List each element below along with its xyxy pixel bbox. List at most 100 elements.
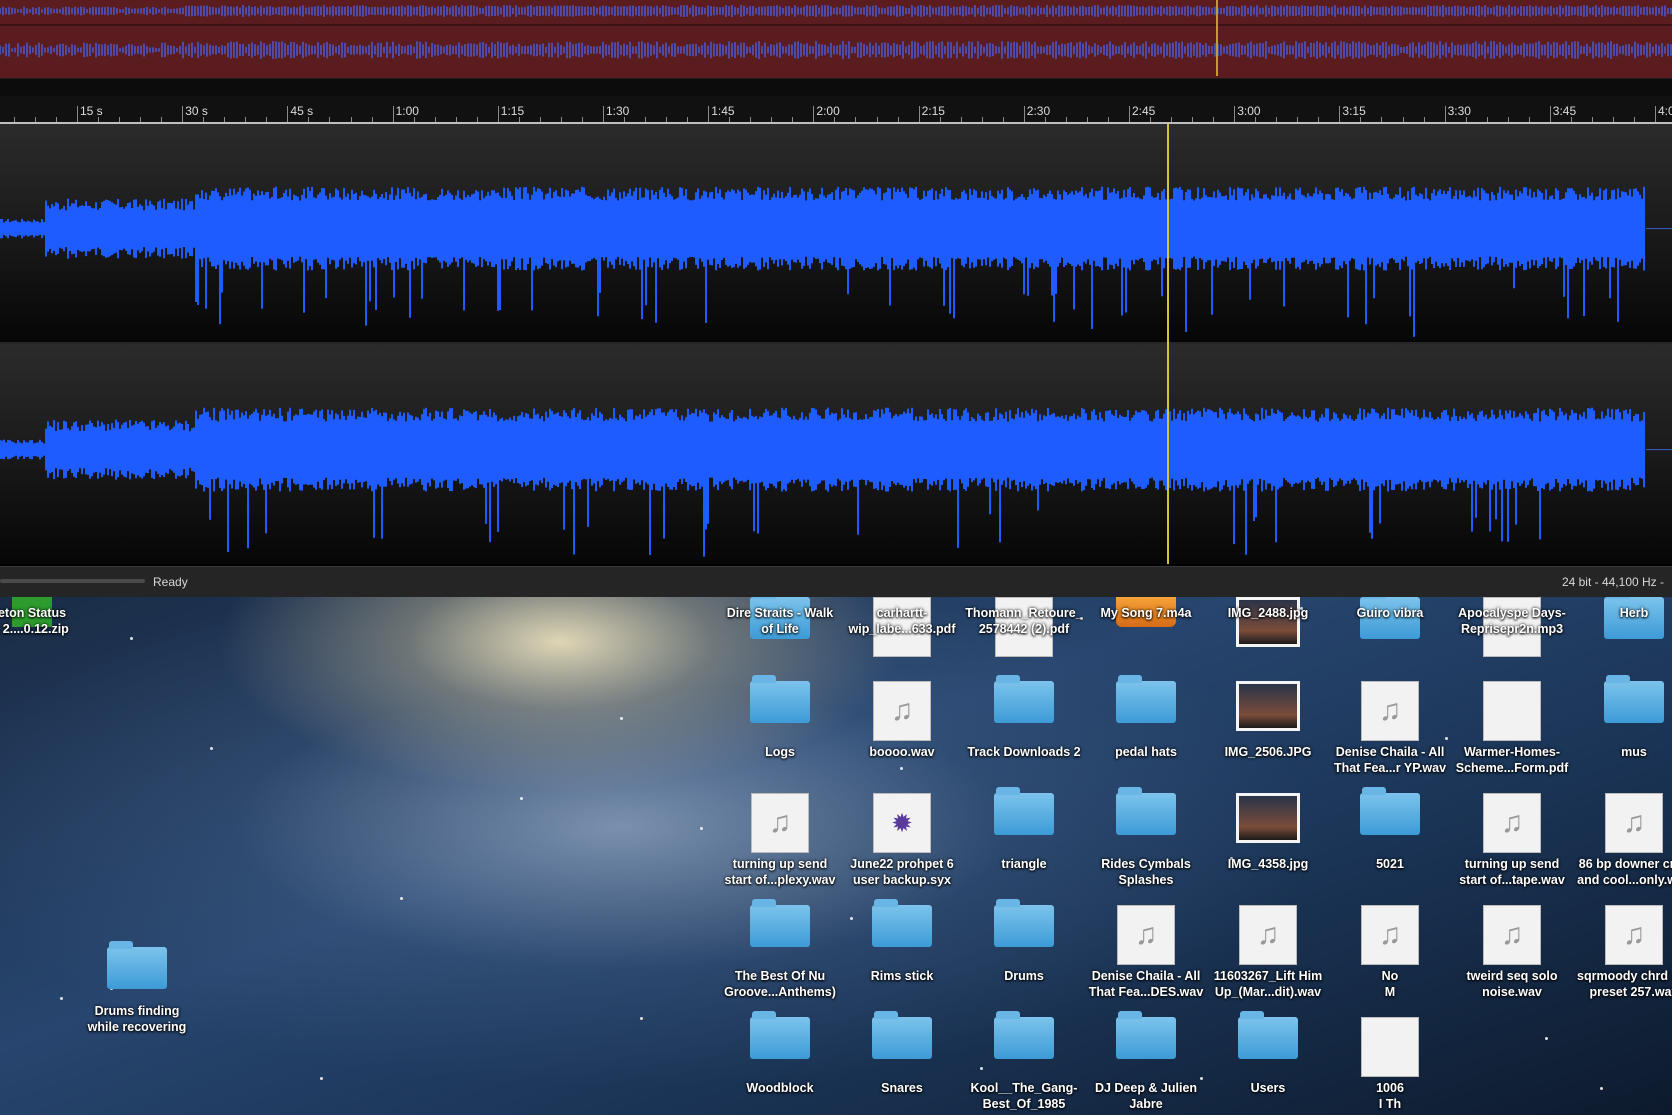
progress-bar xyxy=(0,579,145,583)
ruler-minor-tick xyxy=(455,117,457,122)
ruler-minor-tick xyxy=(308,117,310,122)
folder-icon xyxy=(872,899,932,947)
ruler-minor-tick xyxy=(161,117,163,122)
ruler-minor-tick xyxy=(1339,117,1341,122)
overview-scroll-gap[interactable] xyxy=(0,78,1672,97)
ruler-minor-tick xyxy=(1486,117,1488,122)
desktop-icon-label: Rides Cymbals Splashes xyxy=(1101,857,1191,887)
ruler-minor-tick xyxy=(55,117,57,122)
desktop-icon-label: Denise Chaila - All That Fea...r YP.wav xyxy=(1333,745,1447,775)
desktop-icon-label: 11603267_Lift Him Up_(Mar...dit).wav xyxy=(1213,969,1323,999)
ruler-minor-tick xyxy=(792,117,794,122)
ruler-minor-tick xyxy=(1297,117,1299,122)
ruler-minor-tick xyxy=(834,117,836,122)
desktop-icon-label: boooo.wav xyxy=(869,745,935,759)
audio-file-icon: ♫ xyxy=(1117,905,1175,965)
ruler-minor-tick xyxy=(1360,117,1362,122)
ruler-minor-tick xyxy=(1528,117,1530,122)
desktop-icon-label: My Song 7.m4a xyxy=(1100,606,1192,620)
background-star xyxy=(520,797,523,800)
desktop-icon-label: Track Downloads 2 xyxy=(967,745,1081,759)
overview-waveform[interactable] xyxy=(0,0,1672,78)
desktop[interactable]: eton Status t 2....0.12.zip Drums finding… xyxy=(0,597,1672,1115)
desktop-icon-label: Denise Chaila - All That Fea...DES.wav xyxy=(1088,969,1204,999)
ruler-minor-tick xyxy=(1023,117,1025,122)
desktop-icon-label: turning up send start of...tape.wav xyxy=(1459,857,1565,887)
audio-file-icon: ♫ xyxy=(751,793,809,853)
time-ruler[interactable]: 15 s 30 s 45 s 1:00 1:15 1:30 1:45 2:00 2:15 2:30… xyxy=(0,96,1672,124)
desktop-icon-label: Dire Straits - Walk of Life xyxy=(726,606,834,636)
ruler-minor-tick xyxy=(1192,117,1194,122)
folder-icon xyxy=(994,787,1054,835)
status-text: Ready xyxy=(153,575,188,589)
ruler-minor-tick xyxy=(1255,117,1257,122)
ruler-label: 1:45 xyxy=(711,104,735,118)
document-icon xyxy=(1483,681,1541,741)
background-star xyxy=(640,1017,643,1020)
desktop-icon-label: triangle xyxy=(1001,857,1047,871)
desktop-icon-label: Thomann_Retoure_ 2578442 (2).pdf xyxy=(965,606,1083,636)
ruler-minor-tick xyxy=(1171,117,1173,122)
ruler-label: 3:45 xyxy=(1552,104,1577,118)
overview-lane-top xyxy=(0,5,1672,17)
desktop-icon-label: mus xyxy=(1621,745,1647,759)
desktop-icon-label: The Best Of Nu Groove...Anthems) xyxy=(724,969,836,999)
desktop-icon-label: Herb xyxy=(1619,606,1649,620)
folder-icon xyxy=(1604,675,1664,723)
ruler-minor-tick xyxy=(560,117,562,122)
ruler-minor-tick xyxy=(34,117,36,122)
desktop-icon-label: IMG_2488.jpg xyxy=(1227,606,1309,620)
ruler-minor-tick xyxy=(497,117,499,122)
folder-icon xyxy=(872,1011,932,1059)
folder-icon xyxy=(107,941,167,989)
ruler-minor-tick xyxy=(182,117,184,122)
waveform-channel-left[interactable] xyxy=(0,124,1672,344)
ruler-label: 1:15 xyxy=(500,104,525,118)
ruler-minor-tick xyxy=(1318,117,1320,122)
desktop-icon-label: Apocalyspe Days- Reprisepr2n.mp3 xyxy=(1458,606,1566,636)
overview-cursor[interactable] xyxy=(1216,0,1218,76)
ruler-minor-tick xyxy=(413,117,415,122)
folder-icon xyxy=(1116,675,1176,723)
ruler-minor-tick xyxy=(77,117,78,122)
desktop-icon-label: DJ Deep & Julien Jabre xyxy=(1094,1081,1198,1111)
ruler-minor-tick xyxy=(329,117,331,122)
ruler-minor-tick xyxy=(855,117,857,122)
folder-icon xyxy=(1116,787,1176,835)
audio-file-icon: ♫ xyxy=(1605,793,1663,853)
audio-file-icon: ♫ xyxy=(1361,905,1419,965)
waveform-path xyxy=(0,186,1645,337)
ruler-minor-tick xyxy=(1213,117,1215,122)
waveform-channel-right[interactable] xyxy=(0,344,1672,564)
ruler-minor-tick xyxy=(581,117,583,122)
desktop-icon-label: 5021 xyxy=(1376,857,1404,871)
desktop-icon-label: Guiro vibra xyxy=(1356,606,1424,620)
background-star xyxy=(1545,1037,1548,1040)
desktop-icon-label: turning up send start of...plexy.wav xyxy=(724,857,836,887)
audio-format-text: 24 bit - 44,100 Hz - xyxy=(1561,575,1664,589)
ruler-minor-tick xyxy=(1381,117,1383,122)
desktop-icon-label: Woodblock xyxy=(746,1081,814,1095)
background-star xyxy=(210,747,213,750)
folder-icon xyxy=(1116,1011,1176,1059)
background-star xyxy=(1600,1087,1603,1090)
ruler-minor-tick xyxy=(1633,117,1635,122)
folder-icon xyxy=(1360,787,1420,835)
audio-file-icon: ♫ xyxy=(1239,905,1297,965)
ruler-label: 2:15 xyxy=(921,104,945,118)
ruler-minor-tick xyxy=(1065,117,1067,122)
desktop-icon-label: Drums finding while recovering xyxy=(87,1004,187,1034)
playhead-cursor[interactable] xyxy=(1167,124,1169,564)
ruler-minor-tick xyxy=(918,117,920,122)
ruler-minor-tick xyxy=(1150,117,1152,122)
desktop-icon-label: sqrmoody chrd arp preset 257.wav xyxy=(1577,969,1672,999)
desktop-icon-label: Warmer-Homes- Scheme...Form.pdf xyxy=(1455,745,1569,775)
ruler-minor-tick xyxy=(1612,117,1614,122)
audio-file-icon: ♫ xyxy=(1483,793,1541,853)
audio-file-icon: ♫ xyxy=(873,681,931,741)
ruler-minor-tick xyxy=(708,117,710,122)
overview-wave-path xyxy=(0,41,1672,59)
ruler-minor-tick xyxy=(98,117,100,122)
audio-file-icon: ♫ xyxy=(1483,905,1541,965)
ruler-label: 30 s xyxy=(185,104,208,118)
